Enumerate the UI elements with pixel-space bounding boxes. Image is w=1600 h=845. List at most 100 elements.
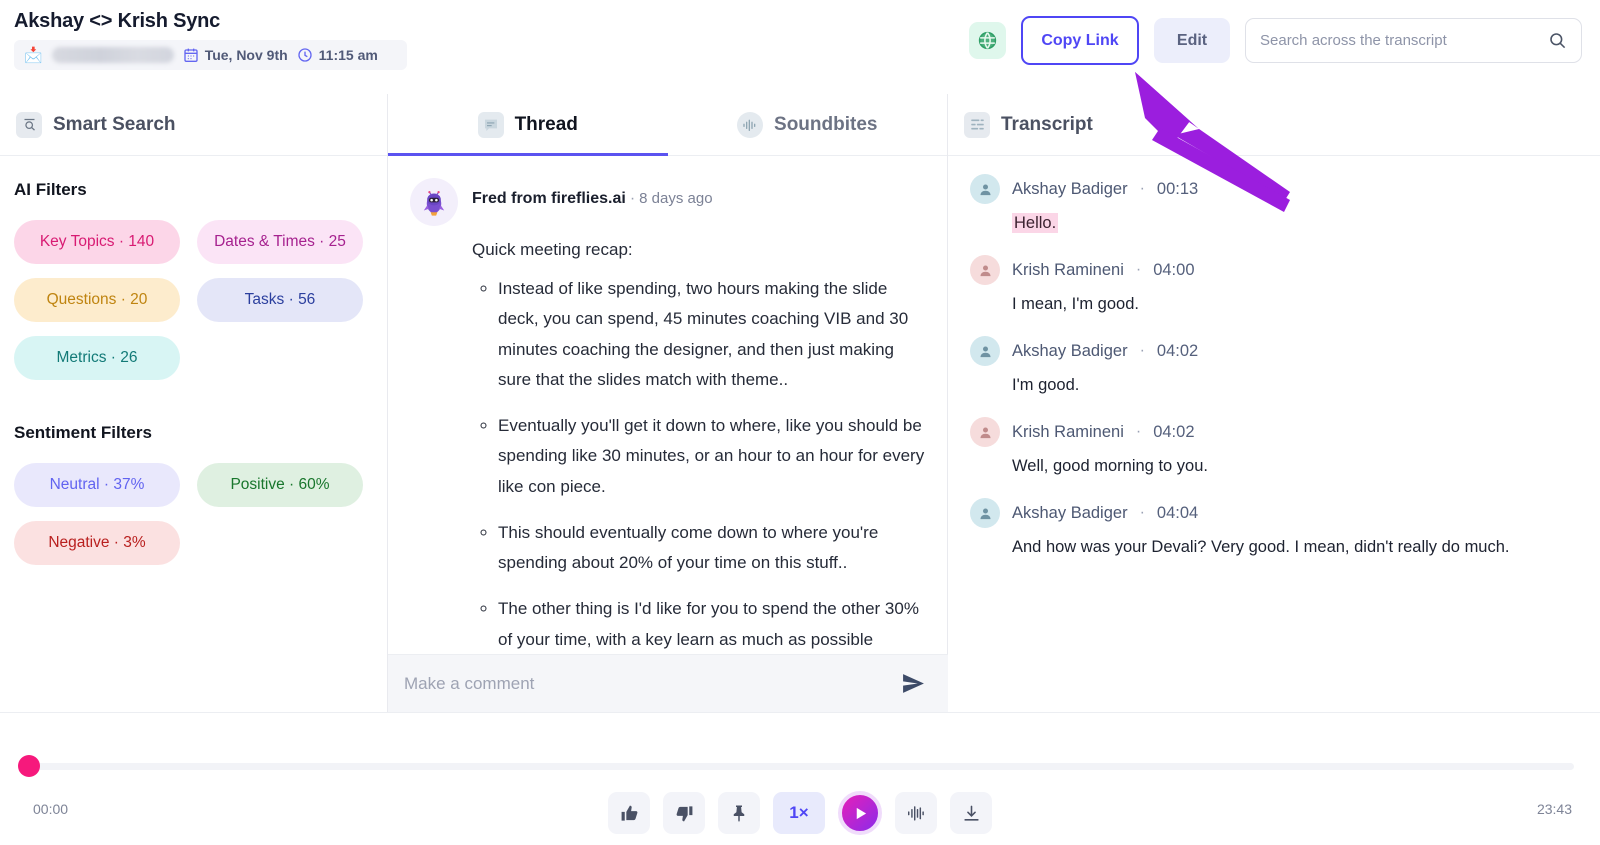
transcript-header: Transcript [948,94,1600,156]
filter-chip[interactable]: Dates & Times · 25 [197,220,363,264]
sentiment-filters-heading: Sentiment Filters [14,423,373,443]
comment-input[interactable] [404,674,895,694]
thread-body: Fred from fireflies.ai·8 days ago Quick … [388,156,947,650]
avatar [970,174,1000,204]
timestamp[interactable]: 04:02 [1153,423,1194,442]
timestamp[interactable]: 04:02 [1157,342,1198,361]
post-separator: · [630,190,635,207]
transcript-entry-head: Akshay Badiger · 04:04 [970,498,1578,528]
page-title: Akshay <> Krish Sync [14,10,407,33]
globe-button[interactable] [969,22,1006,59]
transcript-text: I'm good. [1012,376,1578,395]
transcript-entry-head: Akshay Badiger · 04:02 [970,336,1578,366]
thread-tabs: Thread Soundbites [388,94,947,156]
transcript-text: And how was your Devali? Very good. I me… [1012,538,1578,557]
globe-icon [977,30,998,51]
clock-icon [297,47,313,63]
speaker-name: Akshay Badiger [1012,504,1128,523]
transcript-entry[interactable]: Akshay Badiger · 04:04 And how was your … [970,498,1578,557]
edit-button[interactable]: Edit [1154,18,1230,63]
send-comment-button[interactable] [895,671,932,696]
transcript-panel: Transcript Akshay Badiger · 00:13 Hello. [948,94,1600,712]
player-controls: 1× [0,790,1600,836]
separator: · [1140,342,1145,360]
smart-search-panel: Smart Search AI Filters Key Topics · 140… [0,94,388,712]
post-author: Fred from fireflies.ai [472,190,626,207]
meeting-time: 11:15 am [297,47,378,63]
timestamp[interactable]: 04:00 [1153,261,1194,280]
thread-panel: Thread Soundbites [388,94,948,712]
tab-thread[interactable]: Thread [388,94,668,155]
calendar-icon [183,47,199,63]
timestamp[interactable]: 00:13 [1157,180,1198,199]
filter-chip[interactable]: Metrics · 26 [14,336,180,380]
recap-bullet: Instead of like spending, two hours maki… [498,274,929,395]
recap-intro: Quick meeting recap: [472,240,929,260]
filter-chip[interactable]: Questions · 20 [14,278,180,322]
transcript-entry-head: Krish Ramineni · 04:00 [970,255,1578,285]
waveform-icon [906,805,926,821]
separator: · [1136,261,1141,279]
recap-bullet: This should eventually come down to wher… [498,518,929,579]
recap-bullet: Eventually you'll get it down to where, … [498,411,929,502]
transcript-text: Well, good morning to you. [1012,457,1578,476]
highlighted-text: Hello. [1012,213,1058,233]
separator: · [1136,423,1141,441]
smart-search-icon [16,112,42,138]
filter-chip[interactable]: Positive · 60% [197,463,363,507]
transcript-search-box[interactable] [1245,18,1582,63]
search-icon[interactable] [1548,31,1567,50]
thumbs-down-icon [675,804,694,823]
download-button[interactable] [950,792,992,834]
media-player: 00:00 23:43 1× [0,712,1600,845]
thumbs-up-button[interactable] [608,792,650,834]
meeting-date: Tue, Nov 9th [183,47,288,63]
transcript-entry[interactable]: Krish Ramineni · 04:00 I mean, I'm good. [970,255,1578,314]
filter-chip[interactable]: Neutral · 37% [14,463,180,507]
soundbite-button[interactable] [895,792,937,834]
speaker-name: Akshay Badiger [1012,342,1128,361]
transcript-entry-head: Akshay Badiger · 00:13 [970,174,1578,204]
redacted-email [52,47,174,63]
transcript-entry[interactable]: Akshay Badiger · 00:13 Hello. [970,174,1578,233]
filter-chip[interactable]: Negative · 3% [14,521,180,565]
avatar [970,417,1000,447]
avatar [970,255,1000,285]
playback-speed-button[interactable]: 1× [773,792,825,834]
comment-bar [388,654,948,712]
tab-thread-label: Thread [515,114,578,136]
transcript-entry[interactable]: Akshay Badiger · 04:02 I'm good. [970,336,1578,395]
filter-chip[interactable]: Key Topics · 140 [14,220,180,264]
post-timestamp: 8 days ago [639,190,712,207]
smart-search-header: Smart Search [0,94,387,156]
page-header: Akshay <> Krish Sync 📩 Tue, Nov 9th [0,0,1600,94]
comment-icon [478,112,504,138]
speaker-name: Krish Ramineni [1012,423,1124,442]
seek-knob[interactable] [18,755,40,777]
filter-chip[interactable]: Tasks · 56 [197,278,363,322]
separator: · [1140,504,1145,522]
transcript-entry[interactable]: Krish Ramineni · 04:02 Well, good mornin… [970,417,1578,476]
tab-soundbites[interactable]: Soundbites [668,94,948,155]
meeting-meta-bar: 📩 Tue, Nov 9th 11:15 am [14,40,407,70]
thread-post-meta: Fred from fireflies.ai·8 days ago [472,178,713,208]
search-input[interactable] [1260,32,1548,49]
timestamp[interactable]: 04:04 [1157,504,1198,523]
waveform-icon [737,112,763,138]
ai-filters-heading: AI Filters [14,180,373,200]
meeting-date-label: Tue, Nov 9th [205,47,288,63]
transcript-entry-head: Krish Ramineni · 04:02 [970,417,1578,447]
header-actions: Copy Link Edit [969,16,1582,65]
ai-filter-chips: Key Topics · 140 Dates & Times · 25 Ques… [14,220,373,380]
avatar [970,336,1000,366]
speaker-name: Akshay Badiger [1012,180,1128,199]
thumbs-down-button[interactable] [663,792,705,834]
play-button[interactable] [838,791,882,835]
transcript-body: Akshay Badiger · 00:13 Hello. Krish Rami… [948,156,1600,712]
copy-link-button[interactable]: Copy Link [1021,16,1139,65]
main-columns: Smart Search AI Filters Key Topics · 140… [0,94,1600,712]
pin-icon [730,804,748,822]
seek-bar[interactable] [26,758,1574,774]
pin-button[interactable] [718,792,760,834]
seek-track[interactable] [26,763,1574,770]
